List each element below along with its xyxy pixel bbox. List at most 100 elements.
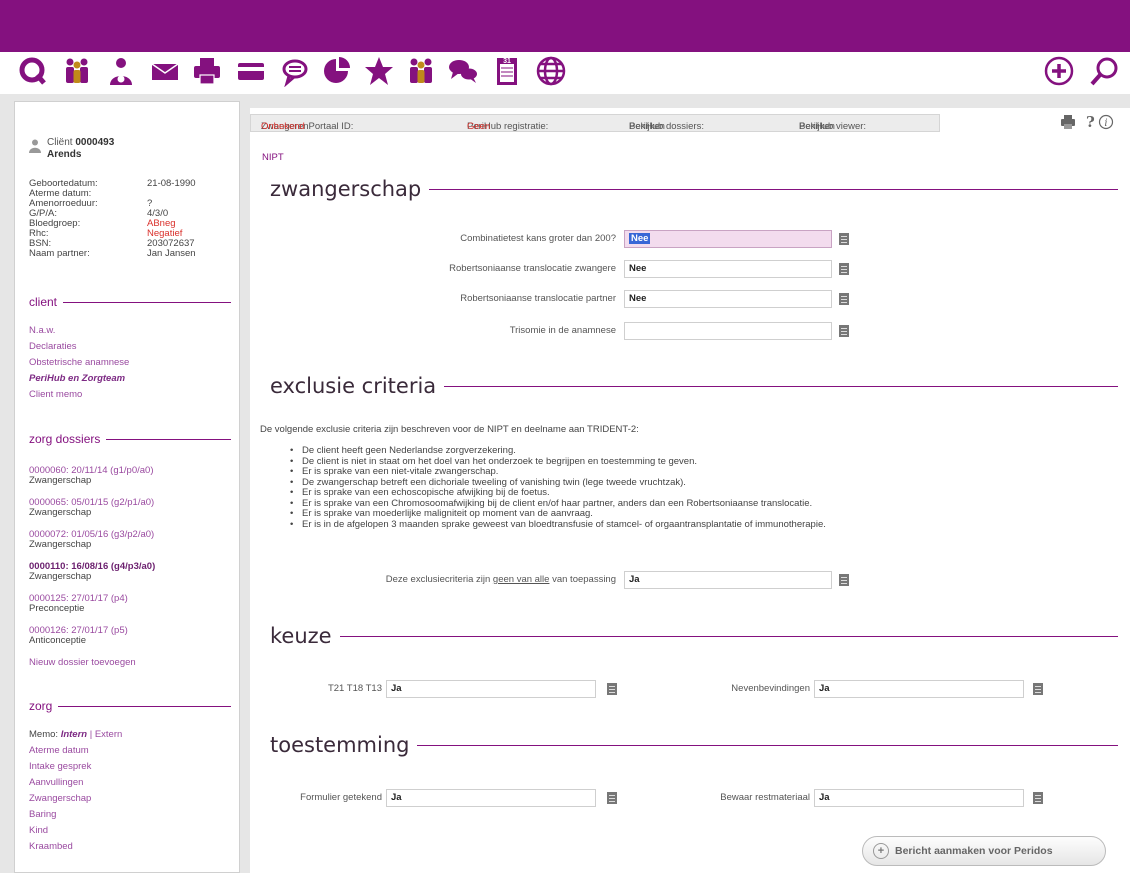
info-row: Naam partner: Jan Jansen (29, 249, 229, 259)
sidebar-link-client-memo[interactable]: Client memo (29, 389, 82, 401)
sidebar-link-kraambed[interactable]: Kraambed (29, 841, 73, 853)
info-icon[interactable]: i (1098, 114, 1114, 130)
plus-icon: + (873, 843, 889, 859)
t21-t18-t13-field[interactable]: Ja (386, 680, 596, 698)
dossiers-section-header: zorg dossiers (29, 432, 231, 446)
formulier-getekend-field[interactable]: Ja (386, 789, 596, 807)
zorg-section-header: zorg (29, 699, 231, 713)
note-icon[interactable] (838, 324, 850, 338)
combinatietest-field[interactable]: Nee (624, 230, 832, 248)
team-icon[interactable] (404, 54, 438, 88)
chat-icon[interactable] (278, 54, 312, 88)
dossier-type: Zwangerschap (29, 539, 92, 550)
trisomie-field[interactable] (624, 322, 832, 340)
section-rule (339, 635, 1118, 637)
section-rule (417, 744, 1118, 746)
note-icon[interactable] (838, 262, 850, 276)
note-icon[interactable] (606, 791, 618, 805)
help-icon[interactable]: ? (1086, 113, 1095, 131)
viewer-view-link[interactable]: Bekijken (799, 121, 835, 132)
robertson-partner-field[interactable]: Nee (624, 290, 832, 308)
search-icon[interactable] (1088, 54, 1122, 88)
section-heading-toestemming: toestemming (270, 732, 1118, 758)
star-icon[interactable] (362, 54, 396, 88)
bericht-peridos-button[interactable]: + Bericht aanmaken voor Peridos (862, 836, 1106, 866)
field-label: T21 T18 T13 (327, 683, 382, 694)
client-name: Arends (47, 149, 82, 160)
add-icon[interactable] (1042, 54, 1076, 88)
dossiers-view-link[interactable]: Bekijken (629, 121, 665, 132)
memo-line: Memo: Intern | Extern (29, 729, 122, 740)
team-icon[interactable] (60, 54, 94, 88)
sidebar-link-intake-gesprek[interactable]: Intake gesprek (29, 761, 91, 773)
conversation-icon[interactable] (446, 54, 480, 88)
sidebar-link-naw[interactable]: N.a.w. (29, 325, 55, 337)
dossier-type: Zwangerschap (29, 475, 92, 486)
field-row: Formulier getekend Ja Bewaar restmateria… (250, 789, 1130, 809)
field-label: Bewaar restmateriaal (720, 792, 810, 803)
field-row: Robertsoniaanse translocatie zwangere Ne… (250, 260, 1130, 280)
section-title: zwangerschap (270, 177, 422, 201)
calendar-icon[interactable]: 31 (490, 54, 524, 88)
dossier-type: Zwangerschap (29, 507, 92, 518)
exclusie-criteria-list: De client heeft geen Nederlandse zorgver… (290, 445, 826, 531)
field-label: Nevenbevindingen (731, 683, 810, 694)
refresh-icon[interactable] (16, 54, 50, 88)
sidebar-link-aanvullingen[interactable]: Aanvullingen (29, 777, 83, 789)
section-title: zorg (29, 699, 53, 713)
breadcrumb: NIPT (262, 152, 284, 163)
sidebar-link-aterme-datum[interactable]: Aterme datum (29, 745, 89, 757)
list-item: Er is sprake van een niet-vitale zwanger… (290, 466, 826, 478)
section-heading-exclusie-criteria: exclusie criteria (270, 373, 1118, 399)
note-icon[interactable] (1032, 791, 1044, 805)
client-icon[interactable] (104, 54, 138, 88)
sidebar-link-perihub-zorgteam[interactable]: PeriHub en Zorgteam (29, 373, 125, 385)
add-dossier-link[interactable]: Nieuw dossier toevoegen (29, 657, 136, 669)
field-label: Trisomie in de anamnese (509, 325, 616, 336)
note-icon[interactable] (838, 292, 850, 306)
info-row: Bloedgroep: ABneg (29, 219, 229, 229)
field-row: Deze exclusiecriteria zijn geen van alle… (250, 571, 1130, 591)
exclusie-answer-field[interactable]: Ja (624, 571, 832, 589)
client-sidebar: Cliënt 0000493 Arends Geboortedatum: 21-0… (14, 101, 240, 873)
sidebar-link-kind[interactable]: Kind (29, 825, 48, 837)
sidebar-link-declaraties[interactable]: Declaraties (29, 341, 77, 353)
memo-extern-link[interactable]: Extern (95, 729, 122, 740)
content-panel: ZwangerenPortaal ID: Onbekend PeriHub re… (250, 108, 1130, 873)
dossier-type: Preconceptie (29, 603, 85, 614)
print-icon[interactable] (190, 54, 224, 88)
field-label: Robertsoniaanse translocatie partner (460, 293, 616, 304)
list-item: Er is sprake van moederlijke maligniteit… (290, 508, 826, 520)
note-icon[interactable] (838, 232, 850, 246)
list-item: Er is in de afgelopen 3 maanden sprake g… (290, 519, 826, 531)
mail-icon[interactable] (148, 54, 182, 88)
field-label: Robertsoniaanse translocatie zwangere (449, 263, 616, 274)
section-rule (106, 438, 231, 440)
section-heading-keuze: keuze (270, 623, 1118, 649)
piechart-icon[interactable] (320, 54, 354, 88)
note-icon[interactable] (606, 682, 618, 696)
memo-intern-link[interactable]: Intern (61, 729, 87, 740)
globe-icon[interactable] (534, 54, 568, 88)
app-header-bar (0, 0, 1130, 52)
person-icon (29, 139, 41, 153)
nevenbevindingen-field[interactable]: Ja (814, 680, 1024, 698)
sidebar-link-zwangerschap[interactable]: Zwangerschap (29, 793, 91, 805)
exclusie-intro: De volgende exclusie criteria zijn besch… (260, 424, 639, 435)
client-id-line: Cliënt 0000493 (47, 137, 114, 148)
field-row: Trisomie in de anamnese (250, 322, 1130, 342)
note-icon[interactable] (1032, 682, 1044, 696)
sidebar-link-baring[interactable]: Baring (29, 809, 56, 821)
bericht-label: Bericht aanmaken voor Peridos (895, 845, 1053, 857)
print-icon[interactable] (1061, 115, 1075, 129)
section-rule (58, 705, 231, 707)
sidebar-link-obstetrische-anamnese[interactable]: Obstetrische anamnese (29, 357, 129, 369)
portaal-value: Onbekend (261, 121, 305, 132)
info-row: Rhc: Negatief (29, 229, 229, 239)
dossier-type: Zwangerschap (29, 571, 92, 582)
section-heading-zwangerschap: zwangerschap (270, 176, 1118, 202)
robertson-zwangere-field[interactable]: Nee (624, 260, 832, 278)
card-icon[interactable] (234, 54, 268, 88)
note-icon[interactable] (838, 573, 850, 587)
bewaar-restmateriaal-field[interactable]: Ja (814, 789, 1024, 807)
